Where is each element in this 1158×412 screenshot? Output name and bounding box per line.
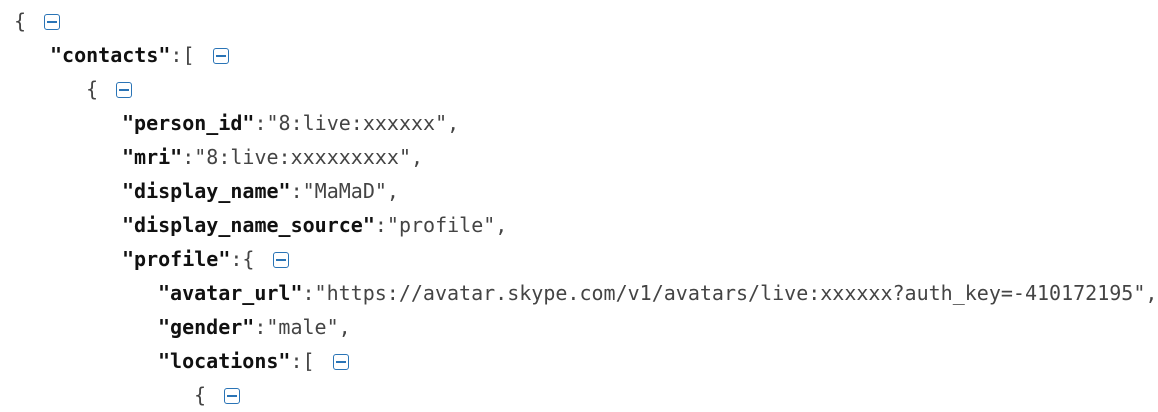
- comma: ,: [447, 111, 460, 135]
- comma: ,: [495, 213, 508, 237]
- json-value-person-id: "8:live:xxxxxx": [266, 111, 448, 135]
- collapse-icon[interactable]: [272, 252, 289, 268]
- colon: :: [290, 349, 303, 373]
- json-key-mri: "mri": [122, 145, 183, 169]
- json-locations-line: "locations":[: [158, 344, 349, 378]
- json-display-name-line: "display_name":"MaMaD",: [122, 174, 399, 208]
- colon: :: [254, 111, 267, 135]
- json-key-profile: "profile": [122, 247, 231, 271]
- json-contact-object-line: {: [86, 72, 133, 106]
- colon: :: [302, 281, 315, 305]
- json-value-mri: "8:live:xxxxxxxxx": [194, 145, 412, 169]
- colon: :: [182, 145, 195, 169]
- json-person-id-line: "person_id":"8:live:xxxxxx",: [122, 106, 459, 140]
- json-value-avatar-url: "https://avatar.skype.com/v1/avatars/liv…: [314, 281, 1146, 305]
- json-mri-line: "mri":"8:live:xxxxxxxxx",: [122, 140, 423, 174]
- json-gender-line: "gender":"male",: [158, 310, 351, 344]
- comma: ,: [338, 315, 351, 339]
- json-display-name-source-line: "display_name_source":"profile",: [122, 208, 507, 242]
- comma: ,: [411, 145, 424, 169]
- open-brace: {: [194, 383, 207, 407]
- json-key-display-name-source: "display_name_source": [122, 213, 375, 237]
- json-key-locations: "locations": [158, 349, 291, 373]
- json-root-object-line: {: [14, 4, 61, 38]
- json-viewer: { "contacts":[ { "person_id":"8:live:xxx…: [0, 0, 1158, 412]
- open-brace: {: [86, 77, 99, 101]
- colon: :: [170, 43, 183, 67]
- collapse-icon[interactable]: [116, 82, 133, 98]
- json-value-display-name: "MaMaD": [302, 179, 387, 203]
- json-location-object-line: {: [194, 378, 241, 412]
- colon: :: [374, 213, 387, 237]
- colon: :: [290, 179, 303, 203]
- comma: ,: [1145, 281, 1158, 305]
- collapse-icon[interactable]: [44, 14, 61, 30]
- json-key-person-id: "person_id": [122, 111, 255, 135]
- open-brace: {: [242, 247, 255, 271]
- open-bracket: [: [182, 43, 195, 67]
- json-key-display-name: "display_name": [122, 179, 291, 203]
- json-key-contacts: "contacts": [50, 43, 171, 67]
- json-avatar-url-line: "avatar_url":"https://avatar.skype.com/v…: [158, 276, 1157, 310]
- json-key-gender: "gender": [158, 315, 255, 339]
- json-value-display-name-source: "profile": [386, 213, 496, 237]
- json-contacts-line: "contacts":[: [50, 38, 229, 72]
- collapse-icon[interactable]: [224, 388, 241, 404]
- json-value-gender: "male": [266, 315, 339, 339]
- open-brace: {: [14, 9, 27, 33]
- json-profile-line: "profile":{: [122, 242, 289, 276]
- comma: ,: [386, 179, 399, 203]
- colon: :: [230, 247, 243, 271]
- collapse-icon[interactable]: [332, 354, 349, 370]
- json-key-avatar-url: "avatar_url": [158, 281, 303, 305]
- colon: :: [254, 315, 267, 339]
- open-bracket: [: [302, 349, 315, 373]
- collapse-icon[interactable]: [212, 48, 229, 64]
